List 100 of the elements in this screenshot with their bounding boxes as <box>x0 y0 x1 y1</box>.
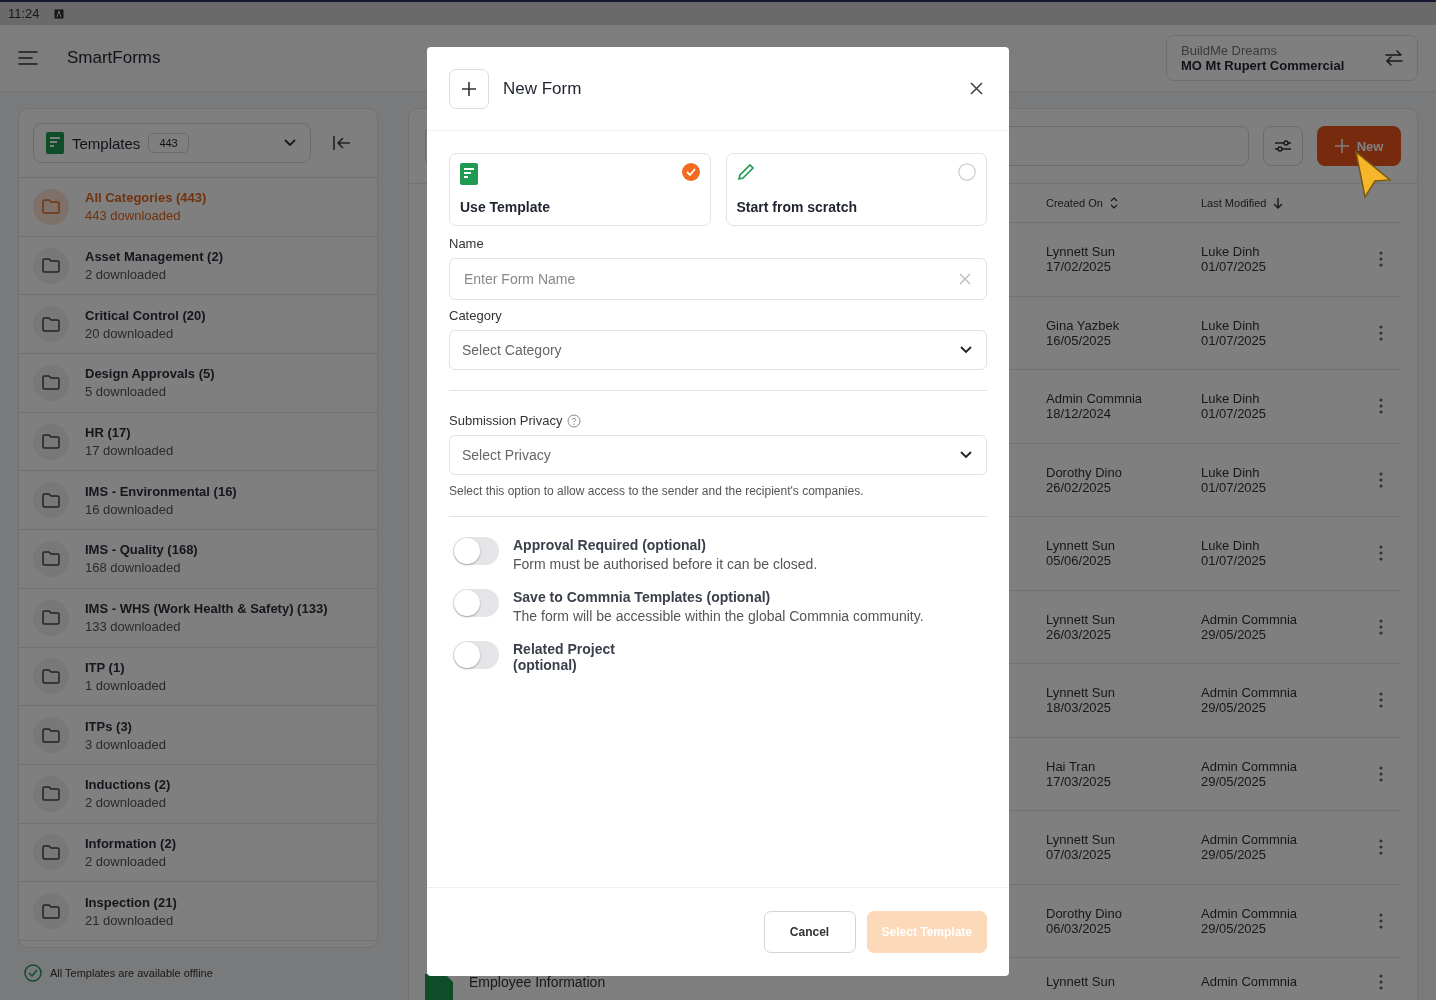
more-icon[interactable] <box>1379 251 1383 268</box>
cancel-button[interactable]: Cancel <box>763 911 856 953</box>
sort-icon <box>1109 197 1118 209</box>
folder-icon <box>42 375 60 391</box>
category-item[interactable]: Asset Management (2) 2 downloaded <box>19 236 377 296</box>
category-item[interactable]: All Categories (443) 443 downloaded <box>19 178 377 237</box>
folder-icon <box>42 844 60 860</box>
created-cell-text: Dorothy Dino 06/03/2025 <box>1046 905 1123 936</box>
toggle-switch[interactable] <box>453 537 499 565</box>
pencil-icon <box>736 163 755 181</box>
modified-cell-text: Luke Dinh 01/07/2025 <box>1201 317 1268 348</box>
toggle-title: Save to Commnia Templates (optional) <box>513 589 772 605</box>
folder-icon <box>42 434 60 450</box>
more-icon[interactable] <box>1379 912 1383 929</box>
category-item[interactable]: Inspection (21) 21 downloaded <box>19 882 377 941</box>
radio-checked-icon[interactable] <box>681 163 700 181</box>
chevron-down-icon <box>960 451 972 459</box>
toggle-title: Related Project (optional) <box>513 641 616 673</box>
form-icon <box>46 132 64 154</box>
more-icon[interactable] <box>1379 545 1383 562</box>
chevron-down-icon <box>960 346 972 354</box>
modified-cell-text: Luke Dinh 01/07/2025 <box>1201 464 1268 495</box>
folder-icon <box>42 551 60 567</box>
modified-cell-text: Admin Commnia 29/05/2025 <box>1201 832 1299 863</box>
chevron-down-icon <box>284 139 296 147</box>
category-item[interactable]: HR (17) 17 downloaded <box>19 412 377 472</box>
project-switcher[interactable]: BuildMe Dreams MO Mt Rupert Commercial <box>1166 35 1418 81</box>
category-item[interactable]: ITP (1) 1 downloaded <box>19 647 377 707</box>
filter-button[interactable] <box>1263 126 1303 166</box>
folder-icon <box>42 903 60 919</box>
modified-cell-text: Admin Commnia <box>1201 974 1299 989</box>
category-item[interactable]: Critical Control (20) 20 downloaded <box>19 295 377 355</box>
modified-cell-text: Admin Commnia 29/05/2025 <box>1201 611 1299 642</box>
app-title: SmartForms <box>67 48 161 68</box>
new-button[interactable]: New <box>1317 126 1401 166</box>
created-cell-text: Admin Commnia 18/12/2024 <box>1046 391 1144 422</box>
template-selector[interactable]: Templates 443 <box>33 123 311 163</box>
form-icon <box>460 163 478 185</box>
created-cell-text: Lynnett Sun 26/03/2025 <box>1046 611 1116 642</box>
field-label: Category <box>449 308 503 323</box>
toggle-switch[interactable] <box>453 589 499 617</box>
clear-icon[interactable] <box>959 273 971 285</box>
folder-icon <box>42 492 60 508</box>
option-card[interactable]: Start from scratch <box>725 153 987 226</box>
arrow-down-icon <box>1273 197 1284 209</box>
column-header[interactable]: Created On <box>1046 197 1201 209</box>
more-icon[interactable] <box>1379 974 1383 990</box>
created-cell-text: Lynnett Sun 07/03/2025 <box>1046 832 1116 863</box>
modified-cell-text: Luke Dinh 01/07/2025 <box>1201 538 1268 569</box>
category-item[interactable]: Inductions (2) 2 downloaded <box>19 764 377 824</box>
notification-icon <box>53 8 64 19</box>
column-header[interactable]: Last Modified <box>1201 197 1361 209</box>
modified-cell-text: Admin Commnia 29/05/2025 <box>1201 758 1299 789</box>
help-icon[interactable] <box>567 413 582 428</box>
modified-cell-text: Admin Commnia 29/05/2025 <box>1201 685 1299 716</box>
created-cell-text: Lynnett Sun 17/02/2025 <box>1046 244 1116 275</box>
more-icon[interactable] <box>1379 692 1383 709</box>
created-cell-text: Lynnett Sun 05/06/2025 <box>1046 538 1116 569</box>
privacy-hint: Select this option to allow access to the sender and the recipient's companies. <box>449 484 865 498</box>
check-circle-icon <box>24 964 42 982</box>
collapse-icon[interactable] <box>333 135 351 151</box>
created-cell-text: Gina Yazbek 16/05/2025 <box>1046 317 1121 348</box>
folder-icon <box>42 610 60 626</box>
field-label: Name <box>449 236 485 251</box>
folder-icon <box>42 199 60 215</box>
category-select[interactable]: Select Category <box>449 330 987 370</box>
more-icon[interactable] <box>1379 839 1383 856</box>
more-icon[interactable] <box>1379 398 1383 415</box>
category-item[interactable]: IMS - Quality (168) 168 downloaded <box>19 530 377 589</box>
clock-time: 11:24 <box>8 6 40 21</box>
menu-icon[interactable] <box>18 51 38 65</box>
toggle-switch[interactable] <box>453 641 499 669</box>
more-icon[interactable] <box>1379 471 1383 488</box>
cursor-icon <box>1353 150 1393 200</box>
folder-icon <box>42 258 60 274</box>
category-item[interactable]: Information (2) 2 downloaded <box>19 823 377 883</box>
privacy-select[interactable]: Select Privacy <box>449 435 987 475</box>
category-item[interactable]: IMS - Environmental (16) 16 downloaded <box>19 471 377 531</box>
category-item[interactable]: IMS - WHS (Work Health & Safety) (133) 133 downloaded <box>19 588 377 648</box>
more-icon[interactable] <box>1379 765 1383 782</box>
form-file-icon <box>425 974 453 1000</box>
toggle-description: Form must be authorised before it can be closed. <box>513 556 818 572</box>
more-icon[interactable] <box>1379 618 1383 635</box>
folder-icon <box>42 727 60 743</box>
name-field[interactable]: Enter Form Name <box>449 258 987 300</box>
category-item[interactable]: Design Approvals (5) 5 downloaded <box>19 354 377 413</box>
option-card[interactable]: Use Template <box>449 153 711 226</box>
category-item[interactable]: ITPs (3) 3 downloaded <box>19 706 377 765</box>
close-icon[interactable] <box>970 82 983 95</box>
created-cell-text: Lynnett Sun <box>1046 974 1116 989</box>
swap-icon <box>1385 50 1403 66</box>
modified-cell-text: Luke Dinh 01/07/2025 <box>1201 391 1268 422</box>
more-icon[interactable] <box>1379 324 1383 341</box>
plus-icon <box>1334 139 1349 153</box>
created-cell-text: Hai Tran 17/03/2025 <box>1046 758 1113 789</box>
modified-cell-text: Luke Dinh 01/07/2025 <box>1201 244 1268 275</box>
plus-icon <box>461 80 477 97</box>
filter-icon <box>1274 139 1292 153</box>
created-cell-text: Dorothy Dino 26/02/2025 <box>1046 464 1123 495</box>
radio-button[interactable] <box>958 163 976 181</box>
